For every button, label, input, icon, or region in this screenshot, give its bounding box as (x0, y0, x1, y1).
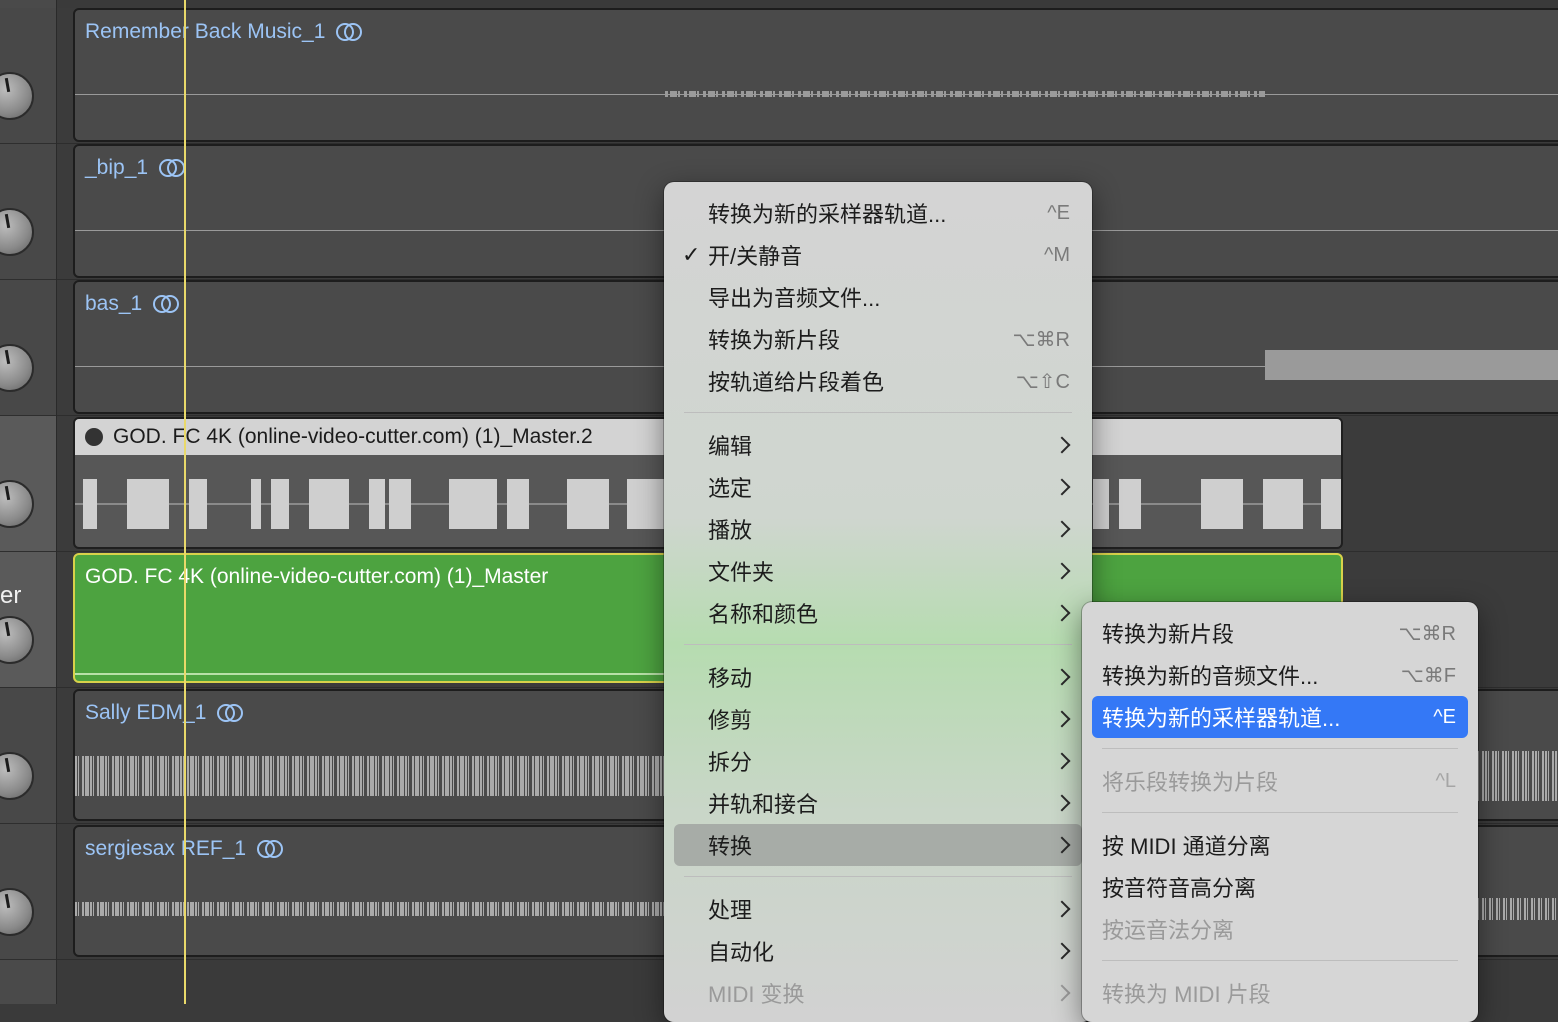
menu-separator (1102, 748, 1458, 749)
audio-region[interactable]: Remember Back Music_1 (73, 8, 1558, 142)
shortcut: ^M (1043, 243, 1070, 266)
menu-separator (684, 876, 1072, 877)
submenu-item[interactable]: 按 MIDI 通道分离 (1092, 824, 1468, 866)
menu-item-edit[interactable]: 编辑 (674, 424, 1082, 466)
chevron-right-icon (1053, 436, 1071, 454)
region-name: GOD. FC 4K (online-video-cutter.com) (1)… (85, 565, 549, 588)
shortcut: ⌥⇧C (1015, 370, 1070, 393)
volume-knob[interactable] (0, 616, 34, 664)
loop-icon (159, 159, 186, 177)
loop-icon (153, 295, 180, 313)
menu-item[interactable]: 转换为新片段 ⌥⌘R (674, 318, 1082, 360)
loop-icon (217, 704, 244, 722)
menu-item-convert[interactable]: 转换 (674, 824, 1082, 866)
menu-separator (1102, 960, 1458, 961)
menu-item-bounce-join[interactable]: 并轨和接合 (674, 782, 1082, 824)
volume-knob[interactable] (0, 72, 34, 120)
region-title: GOD. FC 4K (online-video-cutter.com) (1)… (85, 565, 548, 589)
chevron-right-icon (1053, 604, 1071, 622)
menu-item-split[interactable]: 拆分 (674, 740, 1082, 782)
menu-item-midi-transform: MIDI 变换 (674, 972, 1082, 1014)
chevron-right-icon (1053, 900, 1071, 918)
menu-separator (684, 412, 1072, 413)
track-header[interactable] (0, 144, 56, 280)
track-header[interactable] (0, 416, 56, 552)
menu-item-folder[interactable]: 文件夹 (674, 550, 1082, 592)
region-title: Sally EDM_1 (85, 701, 244, 725)
chevron-right-icon (1053, 942, 1071, 960)
menu-separator (1102, 812, 1458, 813)
shortcut: ⌥⌘F (1400, 664, 1456, 687)
chevron-right-icon (1053, 520, 1071, 538)
submenu-item: 按运音法分离 (1102, 918, 1235, 943)
chevron-right-icon (1053, 562, 1071, 580)
menu-item-mute[interactable]: ✓ 开/关静音 ^M (674, 234, 1082, 276)
menu-separator (684, 644, 1072, 645)
checkmark-icon: ✓ (682, 242, 701, 267)
menu-item[interactable]: 按轨道给片段着色 ⌥⇧C (674, 360, 1082, 402)
chevron-right-icon (1053, 984, 1071, 1002)
waveform (1265, 350, 1558, 380)
context-menu: 转换为新的采样器轨道... ^E ✓ 开/关静音 ^M 导出为音频文件... 转换为新… (664, 182, 1092, 1022)
chevron-right-icon (1053, 752, 1071, 770)
menu-item-process[interactable]: 处理 (674, 888, 1082, 930)
loop-icon (257, 840, 284, 858)
track-header[interactable] (0, 8, 56, 144)
region-name: sergiesax REF_1 (85, 837, 247, 860)
shortcut: ^E (1047, 201, 1070, 224)
menu-item-name-color[interactable]: 名称和颜色 (674, 592, 1082, 634)
chevron-right-icon (1053, 794, 1071, 812)
volume-knob[interactable] (0, 752, 34, 800)
menu-item-playback[interactable]: 播放 (674, 508, 1082, 550)
track-header-column: er (0, 0, 57, 1004)
chevron-right-icon (1053, 668, 1071, 686)
playhead[interactable] (184, 0, 186, 1004)
shortcut: ⌥⌘R (1012, 328, 1071, 351)
region-name: _bip_1 (85, 156, 149, 179)
region-title: _bip_1 (85, 156, 186, 180)
loop-icon (336, 23, 363, 41)
track-name-fragment: er (0, 582, 22, 609)
volume-knob[interactable] (0, 888, 34, 936)
chevron-right-icon (1053, 710, 1071, 728)
submenu-item: 转换为 MIDI 片段 (1102, 982, 1271, 1007)
submenu-item: 将乐段转换为片段 ^L (1102, 769, 1456, 796)
submenu-item[interactable]: 按音符音高分离 (1092, 866, 1468, 908)
menu-item[interactable]: 转换为新的采样器轨道... ^E (674, 192, 1082, 234)
track-header[interactable] (0, 280, 56, 416)
region-name: bas_1 (85, 292, 143, 315)
chevron-right-icon (1053, 836, 1071, 854)
shortcut: ^L (1435, 769, 1456, 792)
chevron-right-icon (1053, 478, 1071, 496)
track-header[interactable] (0, 688, 56, 824)
menu-item-automation[interactable]: 自动化 (674, 930, 1082, 972)
waveform (665, 91, 1265, 97)
convert-submenu: 转换为新片段 ⌥⌘R 转换为新的音频文件... ⌥⌘F 转换为新的采样器轨道... ^… (1082, 602, 1478, 1022)
submenu-item-sampler-track[interactable]: 转换为新的采样器轨道... ^E (1092, 696, 1468, 738)
region-name: Remember Back Music_1 (85, 20, 326, 43)
menu-item-trim[interactable]: 修剪 (674, 698, 1082, 740)
region-title: GOD. FC 4K (online-video-cutter.com) (1)… (85, 425, 593, 449)
shortcut: ^E (1433, 705, 1456, 728)
region-title: bas_1 (85, 292, 180, 316)
submenu-item[interactable]: 转换为新的音频文件... ⌥⌘F (1092, 654, 1468, 696)
volume-knob[interactable] (0, 344, 34, 392)
submenu-item[interactable]: 转换为新片段 ⌥⌘R (1092, 612, 1468, 654)
record-dot-icon (85, 428, 103, 446)
menu-item-move[interactable]: 移动 (674, 656, 1082, 698)
shortcut: ⌥⌘R (1398, 622, 1457, 645)
track-header[interactable] (0, 824, 56, 960)
menu-item-select[interactable]: 选定 (674, 466, 1082, 508)
menu-item[interactable]: 导出为音频文件... (674, 276, 1082, 318)
region-title: Remember Back Music_1 (85, 20, 363, 44)
volume-knob[interactable] (0, 480, 34, 528)
track-header[interactable] (0, 552, 56, 688)
region-name: Sally EDM_1 (85, 701, 207, 724)
volume-knob[interactable] (0, 208, 34, 256)
